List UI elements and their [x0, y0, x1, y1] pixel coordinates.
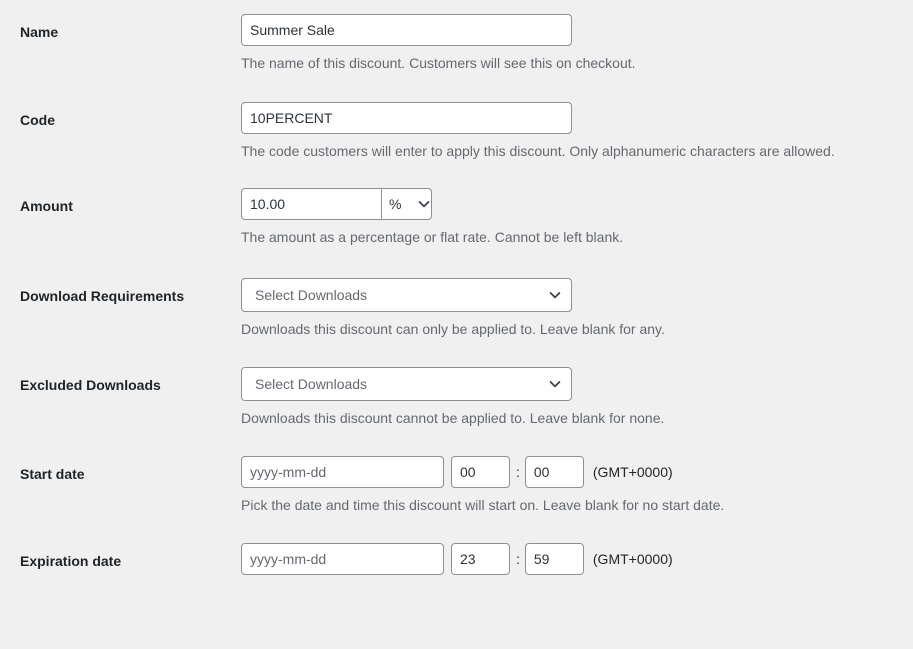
help-text-download-requirements: Downloads this discount can only be appl… [241, 321, 665, 338]
amount-control-group: % [241, 188, 432, 221]
download-requirements-value: Select Downloads [255, 287, 368, 304]
label-name: Name [20, 24, 59, 40]
label-download-requirements: Download Requirements [20, 288, 185, 305]
help-text-amount: The amount as a percentage or flat rate.… [241, 229, 624, 246]
start-date-hour-input[interactable] [451, 456, 510, 489]
amount-unit-value: % [389, 196, 402, 213]
start-date-time-separator: : [516, 464, 520, 481]
chevron-down-icon [548, 288, 562, 302]
chevron-down-icon [417, 197, 431, 211]
amount-input[interactable] [241, 188, 382, 221]
chevron-down-icon [548, 377, 562, 391]
start-date-input[interactable] [241, 456, 444, 489]
form-row-name: Name The name of this discount. Customer… [0, 0, 913, 75]
help-text-start-date: Pick the date and time this discount wil… [241, 497, 725, 514]
form-row-excluded-downloads: Excluded Downloads Select Downloads Down… [0, 341, 913, 430]
code-input[interactable] [241, 101, 572, 134]
expiration-date-hour-input[interactable] [451, 543, 510, 576]
form-row-start-date: Start date : (GMT+0000) Pick the date an… [0, 429, 913, 517]
start-date-timezone-note: (GMT+0000) [592, 464, 673, 481]
expiration-date-time-separator: : [516, 551, 520, 568]
label-excluded-downloads: Excluded Downloads [20, 376, 161, 393]
label-expiration-date: Expiration date [20, 553, 122, 570]
label-code: Code [20, 111, 55, 128]
form-row-download-requirements: Download Requirements Select Downloads D… [0, 249, 913, 341]
label-amount: Amount [20, 198, 73, 215]
expiration-date-timezone-note: (GMT+0000) [592, 551, 673, 568]
help-text-excluded-downloads: Downloads this discount cannot be applie… [241, 409, 665, 426]
download-requirements-select[interactable]: Select Downloads [241, 278, 572, 313]
discount-settings-form: Name The name of this discount. Customer… [0, 0, 913, 576]
label-start-date: Start date [20, 466, 85, 483]
form-row-amount: Amount % [0, 162, 913, 249]
excluded-downloads-select[interactable]: Select Downloads [241, 366, 572, 401]
form-row-expiration-date: Expiration date : (GMT+0000) [0, 517, 913, 576]
amount-unit-select[interactable]: % [382, 188, 432, 221]
help-text-name: The name of this discount. Customers wil… [241, 55, 636, 71]
expiration-date-minute-input[interactable] [524, 543, 584, 576]
expiration-date-input[interactable] [241, 543, 444, 576]
start-date-minute-input[interactable] [524, 456, 584, 489]
form-row-code: Code The code customers will enter to ap… [0, 75, 913, 163]
excluded-downloads-value: Select Downloads [255, 375, 368, 392]
help-text-code: The code customers will enter to apply t… [241, 142, 835, 159]
name-input[interactable] [241, 14, 572, 46]
